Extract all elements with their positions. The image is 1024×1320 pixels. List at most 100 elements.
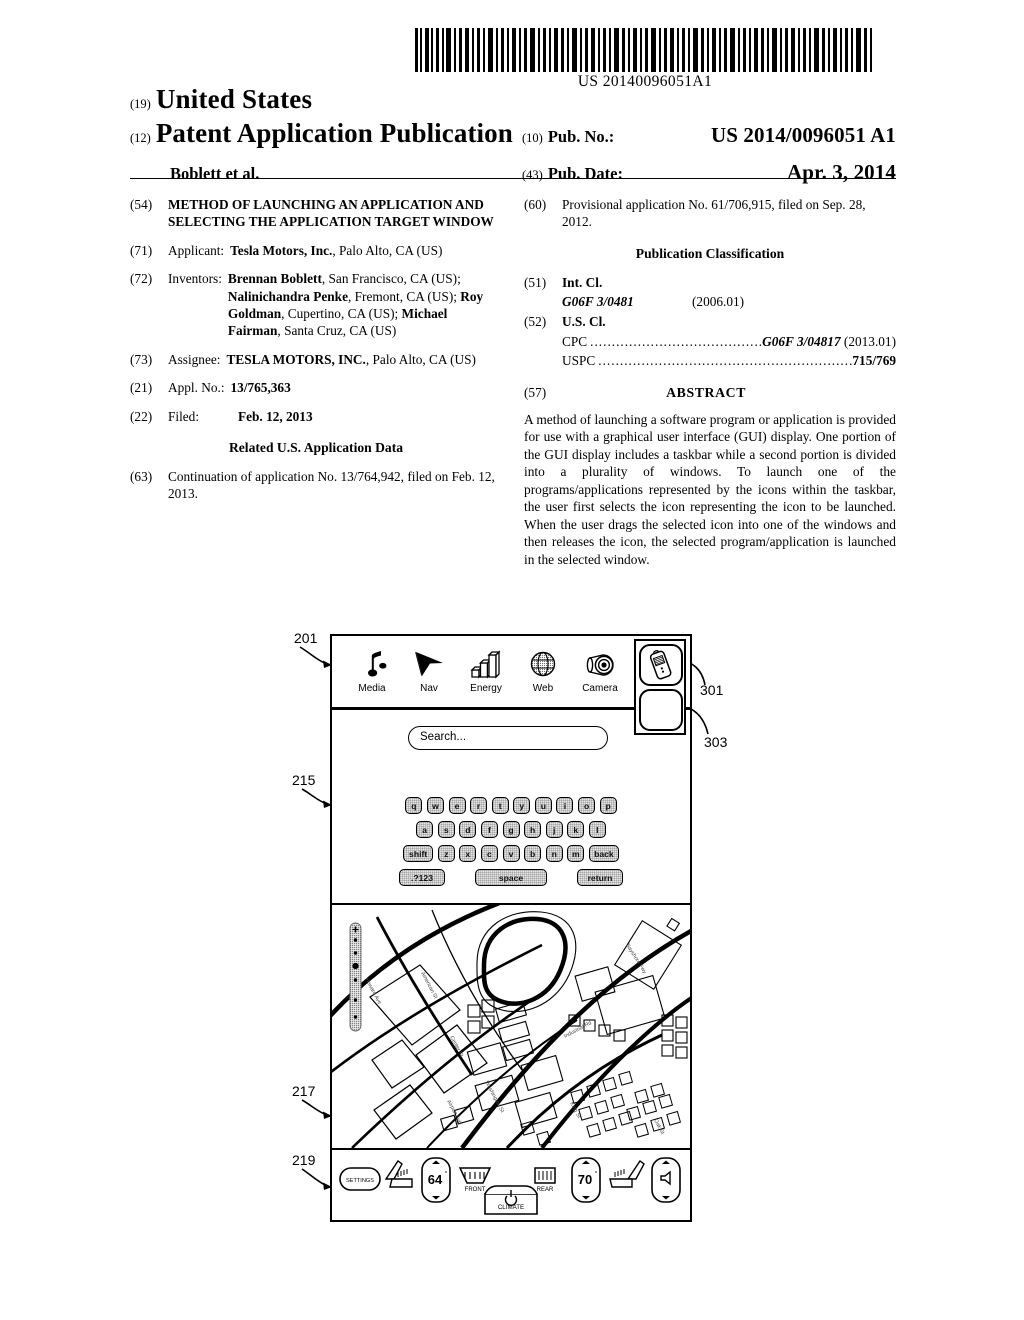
climate-label: CLIMATE [498, 1204, 524, 1211]
invention-title: METHOD OF LAUNCHING AN APPLICATION AND S… [168, 197, 494, 230]
key-u[interactable]: u [534, 797, 552, 814]
key-n[interactable]: n [545, 845, 563, 862]
key-m[interactable]: m [567, 845, 585, 862]
key-i[interactable]: i [556, 797, 574, 814]
key-o[interactable]: o [578, 797, 596, 814]
publication-classification-heading: Publication Classification [635, 245, 785, 261]
left-column: (54) METHOD OF LAUNCHING AN APPLICATION … [130, 196, 502, 568]
inventor-name: Nalinichandra Penke [227, 288, 348, 304]
window-301[interactable] [639, 644, 683, 686]
taskbar-label-media: Media [358, 683, 386, 694]
taskbar-item-web[interactable]: Web [517, 646, 569, 694]
window-303[interactable] [639, 689, 683, 731]
field-int-cl: (51) Int. Cl. [524, 274, 896, 291]
key-x[interactable]: x [459, 845, 477, 862]
key-v[interactable]: v [502, 845, 520, 862]
pub-date-label: Pub. Date: [547, 164, 623, 183]
key-p[interactable]: p [599, 797, 617, 814]
cpc-leader: ........................................… [590, 333, 763, 349]
key-shift[interactable]: shift [403, 845, 434, 862]
key-j[interactable]: j [545, 821, 563, 838]
key-h[interactable]: h [524, 821, 542, 838]
map-view[interactable]: Bayshore Fwy Howard Ave American St Cent… [332, 905, 690, 1150]
taskbar-item-camera[interactable]: Camera [574, 646, 626, 694]
provisional-text: Provisional application No. 61/706,915, … [562, 197, 866, 230]
bibliographic-columns: (54) METHOD OF LAUNCHING AN APPLICATION … [130, 196, 896, 568]
inventor-location: , Santa Cruz, CA (US) [277, 323, 397, 339]
taskbar-item-media[interactable]: Media [346, 646, 398, 694]
key-b[interactable]: b [524, 845, 542, 862]
field-applicant: (71) Applicant: Tesla Motors, Inc., Palo… [130, 242, 502, 259]
key-a[interactable]: a [416, 821, 434, 838]
inid-73: (73) [130, 351, 153, 367]
us-cl-label: U.S. Cl. [562, 314, 606, 330]
author-line: Boblett et al. [170, 164, 260, 183]
search-input[interactable]: Search... [408, 726, 608, 750]
inid-52: (52) [524, 314, 547, 330]
key-q[interactable]: q [405, 797, 423, 814]
country-name: United States [155, 84, 313, 114]
key-return[interactable]: return [577, 869, 623, 886]
key-back[interactable]: back [588, 845, 619, 862]
key-w[interactable]: w [426, 797, 444, 814]
inid-63: (63) [130, 468, 153, 484]
inid-54: (54) [130, 197, 153, 212]
inid-10: (10) [522, 131, 543, 145]
key-g[interactable]: g [502, 821, 520, 838]
keyboard-row-1: q w e r t y u i o p [332, 797, 690, 814]
field-us-cl: (52) U.S. Cl. [524, 313, 896, 330]
map-zoom-slider [349, 922, 362, 1032]
taskbar-item-nav[interactable]: Nav [403, 646, 455, 694]
inid-60: (60) [524, 197, 547, 212]
key-d[interactable]: d [459, 821, 477, 838]
patent-front-page: US 20140096051A1 (19) United States (12)… [0, 0, 1024, 1320]
key-l[interactable]: l [588, 821, 606, 838]
assignee-label: Assignee: [168, 351, 221, 367]
key-numbers[interactable]: .?123 [399, 869, 445, 886]
key-s[interactable]: s [437, 821, 455, 838]
barcode-block: US 20140096051A1 [415, 28, 875, 91]
taskbar-label-energy: Energy [470, 683, 502, 694]
filed-label: Filed: [168, 408, 200, 424]
front-label: FRONT [465, 1187, 486, 1193]
key-r[interactable]: r [470, 797, 488, 814]
appl-no-label: Appl. No.: [168, 380, 225, 396]
key-t[interactable]: t [491, 797, 509, 814]
inid-71: (71) [130, 242, 153, 258]
map-graphic: Bayshore Fwy Howard Ave American St Cent… [332, 905, 690, 1148]
camera-icon [574, 646, 626, 682]
key-z[interactable]: z [437, 845, 455, 862]
field-inventors: (72) Inventors: Brennan Boblett, San Fra… [130, 270, 502, 340]
right-temp-value: 70 [578, 1172, 592, 1187]
inid-51: (51) [524, 274, 547, 290]
search-placeholder: Search... [420, 731, 467, 743]
climate-power-button: CLIMATE [484, 1185, 538, 1215]
keyboard-row-4: .?123 space return [332, 869, 690, 886]
climate-bar: SETTINGS 64 ° FRONT CLIMATE REAR 70 ° [332, 1150, 690, 1220]
int-cl-label: Int. Cl. [562, 274, 603, 290]
document-type: Patent Application Publication [155, 118, 513, 148]
key-e[interactable]: e [448, 797, 466, 814]
right-column: (60) Provisional application No. 61/706,… [524, 196, 896, 568]
taskbar-item-energy[interactable]: Energy [460, 646, 512, 694]
callout-215-label: 215 [292, 772, 316, 788]
filed-value: Feb. 12, 2013 [238, 408, 313, 424]
mobile-phone-icon [649, 650, 672, 680]
keyboard-row-2: a s d f g h j k l [332, 821, 690, 838]
field-provisional: (60) Provisional application No. 61/706,… [524, 196, 896, 231]
cpc-value: G06F 3/04817 [762, 333, 841, 349]
key-y[interactable]: y [513, 797, 531, 814]
key-c[interactable]: c [480, 845, 498, 862]
globe-icon [517, 646, 569, 682]
int-cl-code: G06F 3/0481 [562, 294, 634, 310]
key-k[interactable]: k [567, 821, 585, 838]
barcode-image [415, 28, 872, 72]
header-divider [130, 178, 896, 179]
taskbar-label-web: Web [532, 683, 554, 694]
appl-no-value: 13/765,363 [230, 380, 291, 396]
taskbar-label-nav: Nav [420, 683, 438, 694]
key-f[interactable]: f [480, 821, 498, 838]
onscreen-keyboard: q w e r t y u i o p a s d f g h j k l sh… [332, 785, 690, 905]
key-space[interactable]: space [475, 869, 547, 886]
settings-button: SETTINGS [339, 1167, 381, 1191]
